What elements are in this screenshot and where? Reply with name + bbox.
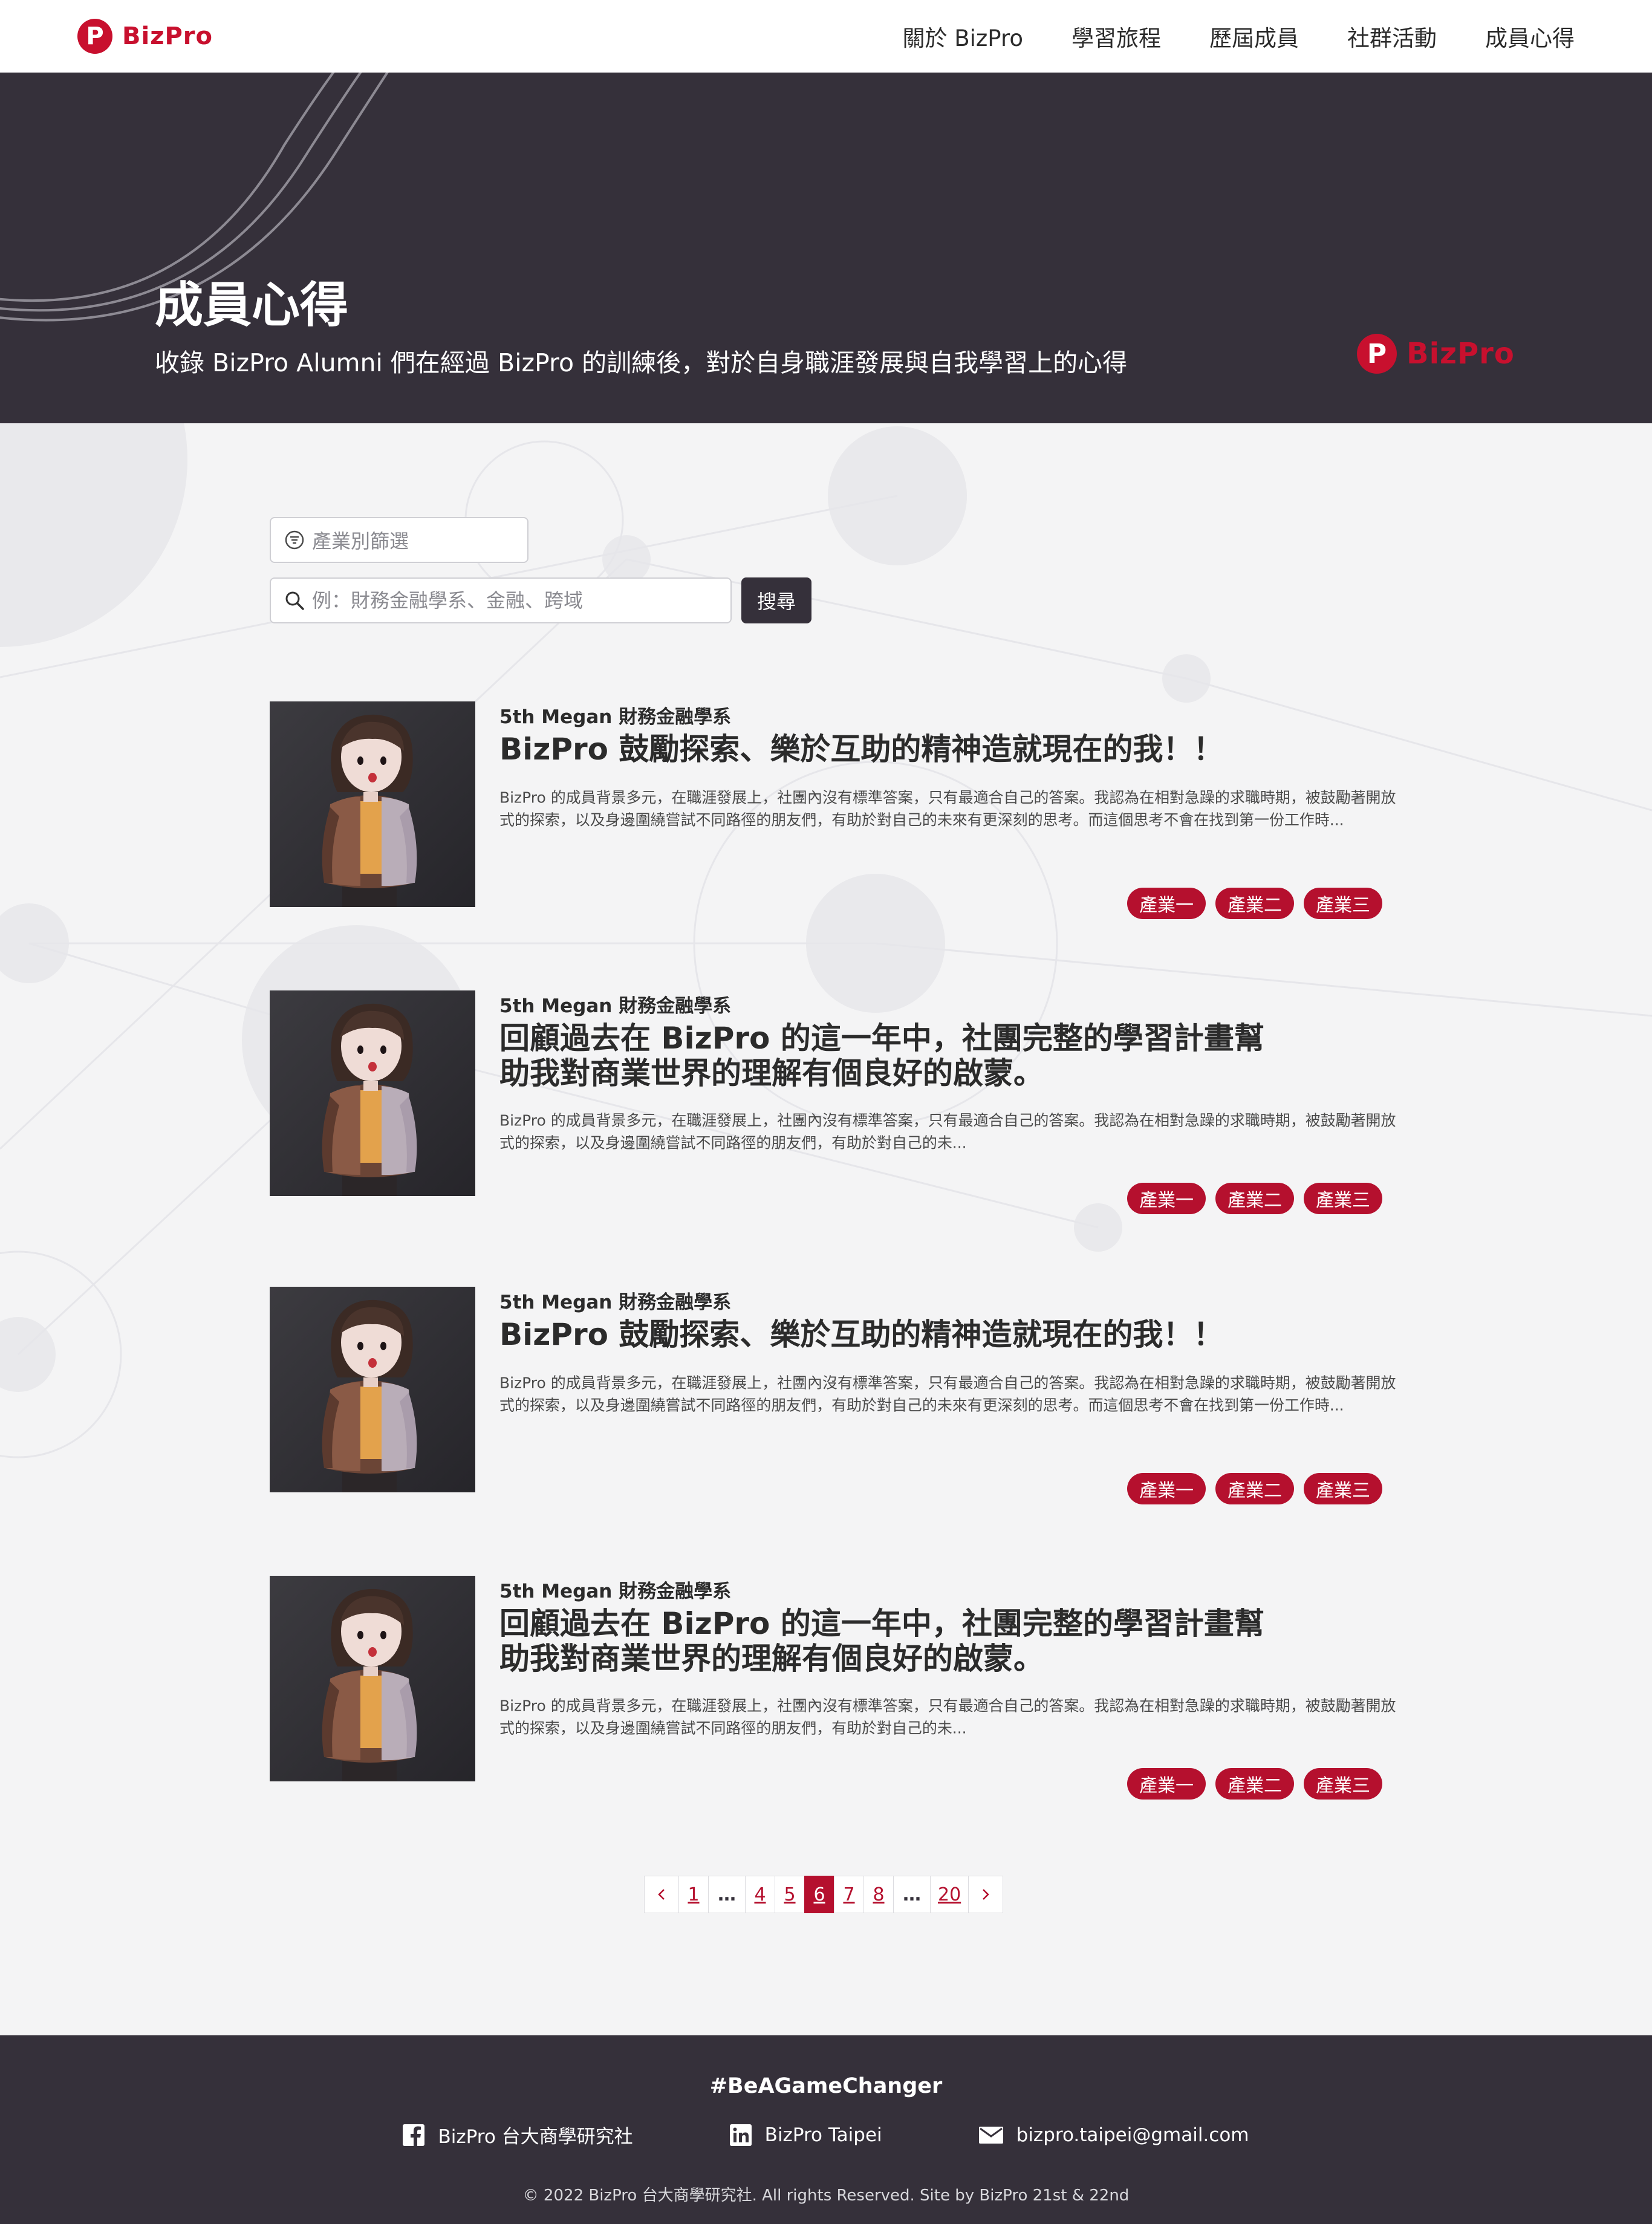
footer-tagline: #BeAGameChanger [709,2074,943,2098]
article-tags: 產業一 產業二 產業三 [1127,888,1382,919]
nav-link-members[interactable]: 歷屆成員 [1209,20,1299,53]
footer-linkedin-link[interactable]: BizPro Taipei [729,2121,882,2148]
chevron-right-icon [983,1889,989,1900]
pagination-prev-button[interactable] [644,1876,679,1913]
nav-link-events[interactable]: 社群活動 [1347,20,1437,53]
nav-links: 關於 BizPro 學習旅程 歷屆成員 社群活動 成員心得 [902,20,1575,53]
article-card: 5th Megan 財務金融學系 回顧過去在 BizPro 的這一年中，社團完整… [270,990,1396,1214]
pagination-page[interactable]: 8 [863,1876,894,1913]
mail-icon [978,2126,1003,2144]
hero-banner: 成員心得 收錄 BizPro Alumni 們在經過 BizPro 的訓練後，對… [0,73,1652,423]
tag-chip[interactable]: 產業二 [1215,1473,1294,1504]
filter-icon [285,530,304,550]
hero-logo: P BizPro [1357,334,1515,374]
article-excerpt: BizPro 的成員背景多元，在職涯發展上，社團內沒有標準答案，只有最適合自己的… [499,1373,1396,1414]
footer-copyright: © 2022 BizPro 台大商學研究社. All rights Reserv… [522,2187,1130,2205]
pagination-page-current[interactable]: 6 [804,1876,834,1913]
article-thumbnail[interactable] [270,1576,475,1781]
pagination: 1 … 4 5 6 7 8 … 20 [644,1876,1004,1913]
search-button[interactable]: 搜尋 [741,577,811,623]
industry-filter-placeholder: 產業別篩選 [312,530,409,553]
article-card: 5th Megan 財務金融學系 BizPro 鼓勵探索、樂於互助的精神造就現在… [270,701,1396,919]
tag-chip[interactable]: 產業二 [1215,1183,1294,1214]
footer-facebook-label: BizPro 台大商學研究社 [438,2126,633,2148]
nav-link-testimonials[interactable]: 成員心得 [1485,20,1575,53]
article-tags: 產業一 產業二 產業三 [1127,1183,1382,1214]
site-logo[interactable]: P BizPro [77,19,213,54]
industry-filter-dropdown[interactable]: 產業別篩選 [270,517,528,563]
article-title[interactable]: BizPro 鼓勵探索、樂於互助的精神造就現在的我！！ [499,1317,1286,1352]
tag-chip[interactable]: 產業三 [1304,1768,1382,1800]
article-author-meta: 5th Megan 財務金融學系 [499,1292,732,1313]
page-title: 成員心得 [155,277,348,333]
member-avatar-illustration [270,701,475,907]
pagination-ellipsis: … [893,1876,931,1913]
tag-chip[interactable]: 產業三 [1304,1183,1382,1214]
tag-chip[interactable]: 產業一 [1127,888,1206,919]
article-title[interactable]: BizPro 鼓勵探索、樂於互助的精神造就現在的我！！ [499,732,1286,767]
article-thumbnail[interactable] [270,990,475,1196]
pagination-page[interactable]: 7 [834,1876,864,1913]
pagination-page[interactable]: 4 [745,1876,775,1913]
article-card: 5th Megan 財務金融學系 BizPro 鼓勵探索、樂於互助的精神造就現在… [270,1287,1396,1504]
chevron-left-icon [658,1889,665,1900]
tag-chip[interactable]: 產業三 [1304,888,1382,919]
hero-logo-mark-icon: P [1357,334,1397,374]
linkedin-icon [729,2124,752,2146]
tag-chip[interactable]: 產業一 [1127,1768,1206,1800]
member-avatar-illustration [270,990,475,1196]
site-footer: #BeAGameChanger BizPro 台大商學研究社 BizPro Ta… [0,2035,1652,2224]
pagination-page[interactable]: 20 [930,1876,969,1913]
logo-mark-icon: P [77,19,112,54]
tag-chip[interactable]: 產業一 [1127,1183,1206,1214]
nav-link-learning-journey[interactable]: 學習旅程 [1072,20,1161,53]
member-avatar-illustration [270,1287,475,1492]
article-tags: 產業一 產業二 產業三 [1127,1473,1382,1504]
page-subtitle: 收錄 BizPro Alumni 們在經過 BizPro 的訓練後，對於自身職涯… [155,348,1128,377]
footer-linkedin-label: BizPro Taipei [764,2124,882,2146]
footer-facebook-link[interactable]: BizPro 台大商學研究社 [403,2121,633,2148]
search-field [270,577,732,623]
article-author-meta: 5th Megan 財務金融學系 [499,995,732,1017]
footer-links: BizPro 台大商學研究社 BizPro Taipei bizpro.taip… [0,2121,1652,2148]
article-title[interactable]: 回顧過去在 BizPro 的這一年中，社團完整的學習計畫幫助我對商業世界的理解有… [499,1606,1286,1676]
footer-email-label: bizpro.taipei@gmail.com [1016,2124,1249,2146]
article-author-meta: 5th Megan 財務金融學系 [499,706,732,728]
search-input[interactable] [312,589,711,612]
search-icon [285,591,304,610]
tag-chip[interactable]: 產業三 [1304,1473,1382,1504]
background-network-decoration [0,423,1652,1458]
pagination-page[interactable]: 5 [775,1876,805,1913]
article-excerpt: BizPro 的成員背景多元，在職涯發展上，社團內沒有標準答案，只有最適合自己的… [499,1111,1396,1152]
article-card: 5th Megan 財務金融學系 回顧過去在 BizPro 的這一年中，社團完整… [270,1576,1396,1800]
tag-chip[interactable]: 產業二 [1215,888,1294,919]
article-excerpt: BizPro 的成員背景多元，在職涯發展上，社團內沒有標準答案，只有最適合自己的… [499,788,1396,829]
top-navbar: P BizPro 關於 BizPro 學習旅程 歷屆成員 社群活動 成員心得 [0,0,1652,73]
tag-chip[interactable]: 產業一 [1127,1473,1206,1504]
article-title[interactable]: 回顧過去在 BizPro 的這一年中，社團完整的學習計畫幫助我對商業世界的理解有… [499,1021,1286,1091]
article-excerpt: BizPro 的成員背景多元，在職涯發展上，社團內沒有標準答案，只有最適合自己的… [499,1696,1396,1737]
article-thumbnail[interactable] [270,1287,475,1492]
article-author-meta: 5th Megan 財務金融學系 [499,1581,732,1602]
pagination-next-button[interactable] [968,1876,1004,1913]
member-avatar-illustration [270,1576,475,1781]
logo-text: BizPro [122,22,213,50]
hero-logo-text: BizPro [1406,337,1515,371]
article-thumbnail[interactable] [270,701,475,907]
pagination-ellipsis: … [708,1876,746,1913]
article-tags: 產業一 產業二 產業三 [1127,1768,1382,1800]
footer-email-link[interactable]: bizpro.taipei@gmail.com [978,2121,1249,2148]
nav-link-about[interactable]: 關於 BizPro [902,20,1023,53]
tag-chip[interactable]: 產業二 [1215,1768,1294,1800]
pagination-page[interactable]: 1 [678,1876,709,1913]
facebook-icon [403,2124,425,2146]
